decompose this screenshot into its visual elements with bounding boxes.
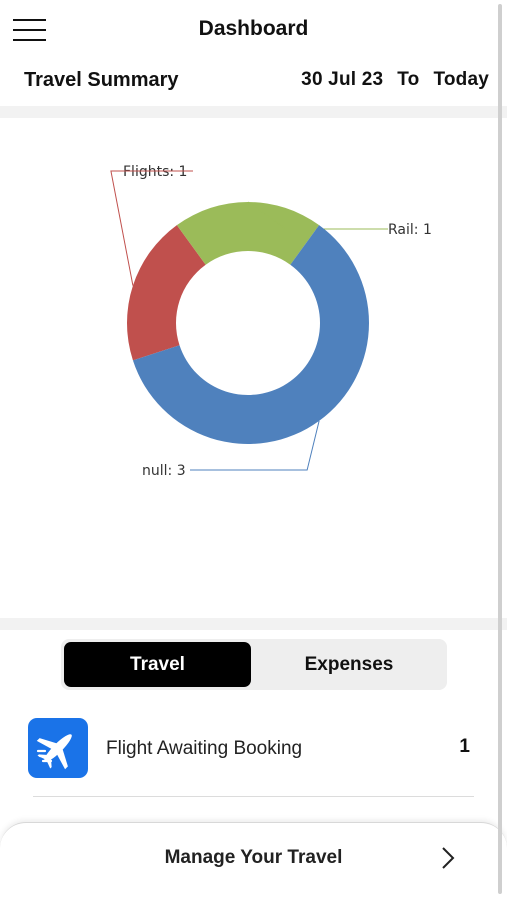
manage-travel-button[interactable]: Manage Your Travel	[0, 822, 507, 901]
date-range[interactable]: 30 Jul 23 To Today	[301, 69, 489, 91]
header-bar: Dashboard	[0, 0, 507, 60]
section-separator	[0, 106, 507, 118]
tab-expenses[interactable]: Expenses	[255, 642, 443, 687]
chevron-right-icon	[438, 845, 458, 871]
list-item[interactable]: Flight Awaiting Booking 1	[0, 710, 507, 788]
footer-label: Manage Your Travel	[164, 847, 343, 868]
to-date: Today	[433, 69, 489, 90]
tab-switcher: Travel Expenses	[61, 639, 447, 690]
list-item-count: 1	[459, 736, 470, 757]
travel-donut-chart: Flights: 1 Rail: 1 null: 3	[0, 118, 507, 618]
airplane-icon	[28, 718, 88, 778]
chart-label-rail: Rail: 1	[388, 222, 432, 238]
donut-chart-svg: Flights: 1 Rail: 1 null: 3	[110, 164, 432, 479]
tab-travel[interactable]: Travel	[64, 642, 251, 687]
page-title: Dashboard	[198, 17, 309, 40]
from-date: 30 Jul 23	[301, 69, 384, 90]
to-label: To	[397, 69, 420, 90]
section-separator	[0, 618, 507, 630]
list-item-label: Flight Awaiting Booking	[106, 738, 303, 759]
divider	[33, 796, 474, 797]
summary-title: Travel Summary	[24, 69, 179, 91]
chart-label-null: null: 3	[142, 463, 186, 479]
travel-summary-row: Travel Summary 30 Jul 23 To Today	[0, 60, 507, 104]
scrollbar[interactable]	[498, 4, 502, 894]
chart-label-flights: Flights: 1	[123, 164, 187, 180]
